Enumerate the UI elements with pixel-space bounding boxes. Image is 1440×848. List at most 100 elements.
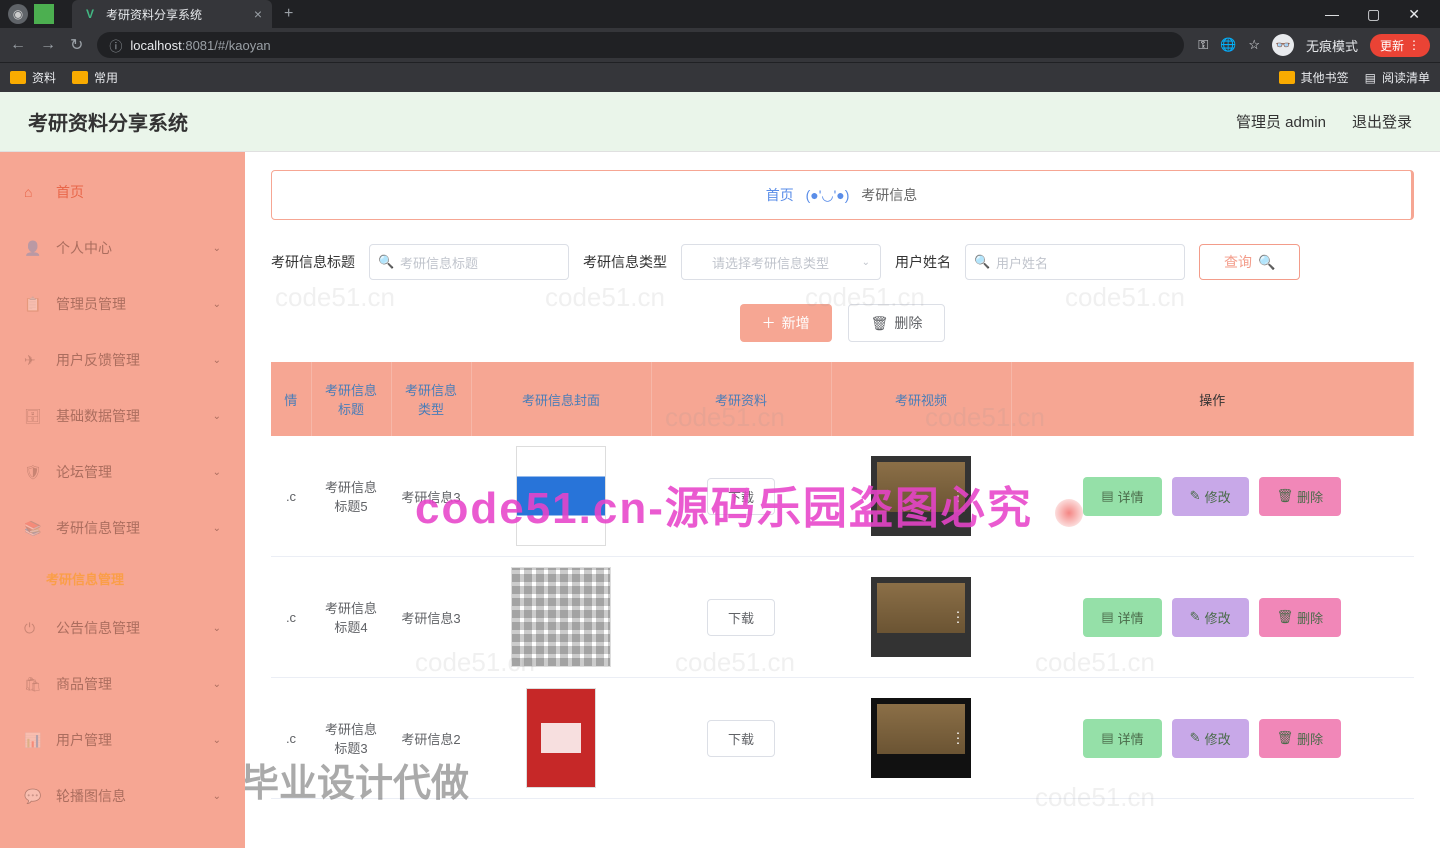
cell-type: 考研信息3	[391, 436, 471, 557]
key-icon[interactable]: ⚿	[1198, 37, 1208, 53]
th-type: 考研信息类型	[391, 362, 471, 436]
globe-icon[interactable]: ◉	[8, 4, 28, 24]
bulk-delete-button[interactable]: 🗑 删除	[848, 304, 946, 342]
reload-icon[interactable]: ↻	[70, 35, 83, 55]
bookmark-folder-1[interactable]: 资料	[10, 69, 56, 86]
delete-button[interactable]: 🗑删除	[1259, 477, 1342, 516]
cell-title: 考研信息标题5	[311, 436, 391, 557]
type-filter-label: 考研信息类型	[583, 252, 667, 272]
main-content: 首页 (●'◡'●) 考研信息 考研信息标题 考研信息标题 考研信息类型 请选择…	[245, 152, 1440, 848]
breadcrumb-home[interactable]: 首页	[766, 187, 794, 203]
minimize-icon[interactable]: —	[1325, 6, 1339, 23]
bookmark-folder-2[interactable]: 常用	[72, 69, 118, 86]
query-button[interactable]: 查询 🔍	[1199, 244, 1300, 280]
sidebar-item-home[interactable]: ⌂ 首页	[0, 164, 245, 220]
new-tab-button[interactable]: +	[284, 5, 293, 23]
cover-thumb[interactable]	[526, 688, 596, 788]
user-filter-label: 用户姓名	[895, 252, 951, 272]
chevron-down-icon: ⌄	[213, 679, 221, 690]
sidebar-item-user[interactable]: 📊 用户管理 ⌄	[0, 712, 245, 768]
chevron-down-icon: ⌄	[213, 735, 221, 746]
logout-link[interactable]: 退出登录	[1352, 111, 1412, 132]
sidebar-item-forum[interactable]: 🛡 论坛管理 ⌄	[0, 444, 245, 500]
layers-icon: 📚	[24, 520, 42, 537]
detail-button[interactable]: ▤详情	[1083, 477, 1161, 516]
search-icon: 🔍	[1258, 254, 1275, 271]
type-filter-select[interactable]: 请选择考研信息类型 ⌄	[681, 244, 881, 280]
th-title: 考研信息标题	[311, 362, 391, 436]
url-bar[interactable]: ⓘ localhost :8081 /#/kaoyan	[97, 32, 1184, 58]
th-resource: 考研资料	[651, 362, 831, 436]
download-button[interactable]: 下载	[707, 478, 775, 515]
page-title: 考研资料分享系统	[28, 107, 188, 136]
edit-icon: ✎	[1190, 488, 1201, 504]
cell-video	[831, 678, 1011, 799]
other-bookmarks[interactable]: 其他书签	[1279, 69, 1349, 86]
table-row: .c 考研信息标题5 考研信息3 下载 ▤详情 ✎修改 🗑删除	[271, 436, 1414, 557]
video-thumb[interactable]	[871, 456, 971, 536]
forward-icon[interactable]: →	[40, 36, 56, 54]
cell-video	[831, 436, 1011, 557]
chevron-down-icon: ⌄	[862, 257, 870, 268]
edit-button[interactable]: ✎修改	[1172, 719, 1249, 758]
sidebar-item-basedata[interactable]: 🗄 基础数据管理 ⌄	[0, 388, 245, 444]
url-port: :8081	[182, 38, 215, 53]
edit-button[interactable]: ✎修改	[1172, 598, 1249, 637]
download-button[interactable]: 下载	[707, 720, 775, 757]
cell-title: 考研信息标题3	[311, 678, 391, 799]
admin-label[interactable]: 管理员 admin	[1236, 111, 1326, 132]
maximize-icon[interactable]: ▢	[1367, 6, 1380, 23]
app-icon[interactable]	[34, 4, 54, 24]
sidebar-subitem-kaoyan-info[interactable]: 考研信息管理	[0, 556, 245, 600]
sidebar-item-kaoyan[interactable]: 📚 考研信息管理 ⌄	[0, 500, 245, 556]
back-icon[interactable]: ←	[10, 36, 26, 54]
cell-resource: 下载	[651, 436, 831, 557]
browser-tab-active[interactable]: V 考研资料分享系统 ×	[72, 0, 272, 28]
detail-button[interactable]: ▤详情	[1083, 598, 1161, 637]
translate-icon[interactable]: 🌐	[1220, 37, 1236, 53]
reading-list[interactable]: ▤ 阅读清单	[1365, 69, 1430, 86]
sidebar-item-goods[interactable]: 🛍 商品管理 ⌄	[0, 656, 245, 712]
cover-thumb[interactable]	[516, 446, 606, 546]
video-thumb[interactable]	[871, 698, 971, 778]
delete-button[interactable]: 🗑删除	[1259, 598, 1342, 637]
bookmarks-bar: 资料 常用 其他书签 ▤ 阅读清单	[0, 62, 1440, 92]
detail-icon: ▤	[1101, 730, 1113, 746]
app-header: 考研资料分享系统 管理员 admin 退出登录	[0, 92, 1440, 152]
title-filter-input[interactable]: 考研信息标题	[369, 244, 569, 280]
cell-resource: 下载	[651, 678, 831, 799]
cell-type: 考研信息3	[391, 557, 471, 678]
cell-cover	[471, 436, 651, 557]
detail-button[interactable]: ▤详情	[1083, 719, 1161, 758]
update-button[interactable]: 更新⋮	[1370, 34, 1430, 57]
user-filter-input[interactable]: 用户姓名	[965, 244, 1185, 280]
chevron-down-icon: ⌄	[213, 791, 221, 802]
url-host: localhost	[130, 38, 181, 53]
close-window-icon[interactable]: ✕	[1408, 6, 1420, 23]
sidebar-item-feedback[interactable]: ✈ 用户反馈管理 ⌄	[0, 332, 245, 388]
folder-icon	[72, 71, 88, 84]
edit-button[interactable]: ✎修改	[1172, 477, 1249, 516]
incognito-icon: 👓	[1272, 34, 1294, 56]
sidebar-item-notice[interactable]: ⏻ 公告信息管理 ⌄	[0, 600, 245, 656]
delete-button[interactable]: 🗑删除	[1259, 719, 1342, 758]
cart-icon: 🛍	[24, 676, 42, 693]
add-button[interactable]: ＋ 新增	[740, 304, 832, 342]
close-icon[interactable]: ×	[254, 6, 262, 22]
bulk-actions: ＋ 新增 🗑 删除	[271, 304, 1414, 342]
cell-resource: 下载	[651, 557, 831, 678]
star-icon[interactable]: ☆	[1248, 37, 1260, 53]
cell-ext: .c	[271, 436, 311, 557]
plus-icon: ＋	[762, 313, 776, 333]
edit-icon: ✎	[1190, 730, 1201, 746]
cover-thumb[interactable]	[511, 567, 611, 667]
video-thumb[interactable]	[871, 577, 971, 657]
face-icon: (●'◡'●)	[806, 187, 850, 203]
sidebar-item-carousel[interactable]: 💬 轮播图信息 ⌄	[0, 768, 245, 824]
th-ops: 操作	[1011, 362, 1414, 436]
download-button[interactable]: 下载	[707, 599, 775, 636]
sidebar-item-personal[interactable]: 👤 个人中心 ⌄	[0, 220, 245, 276]
info-icon: ⓘ	[109, 36, 122, 55]
title-filter-label: 考研信息标题	[271, 252, 355, 272]
sidebar-item-admin[interactable]: 📋 管理员管理 ⌄	[0, 276, 245, 332]
